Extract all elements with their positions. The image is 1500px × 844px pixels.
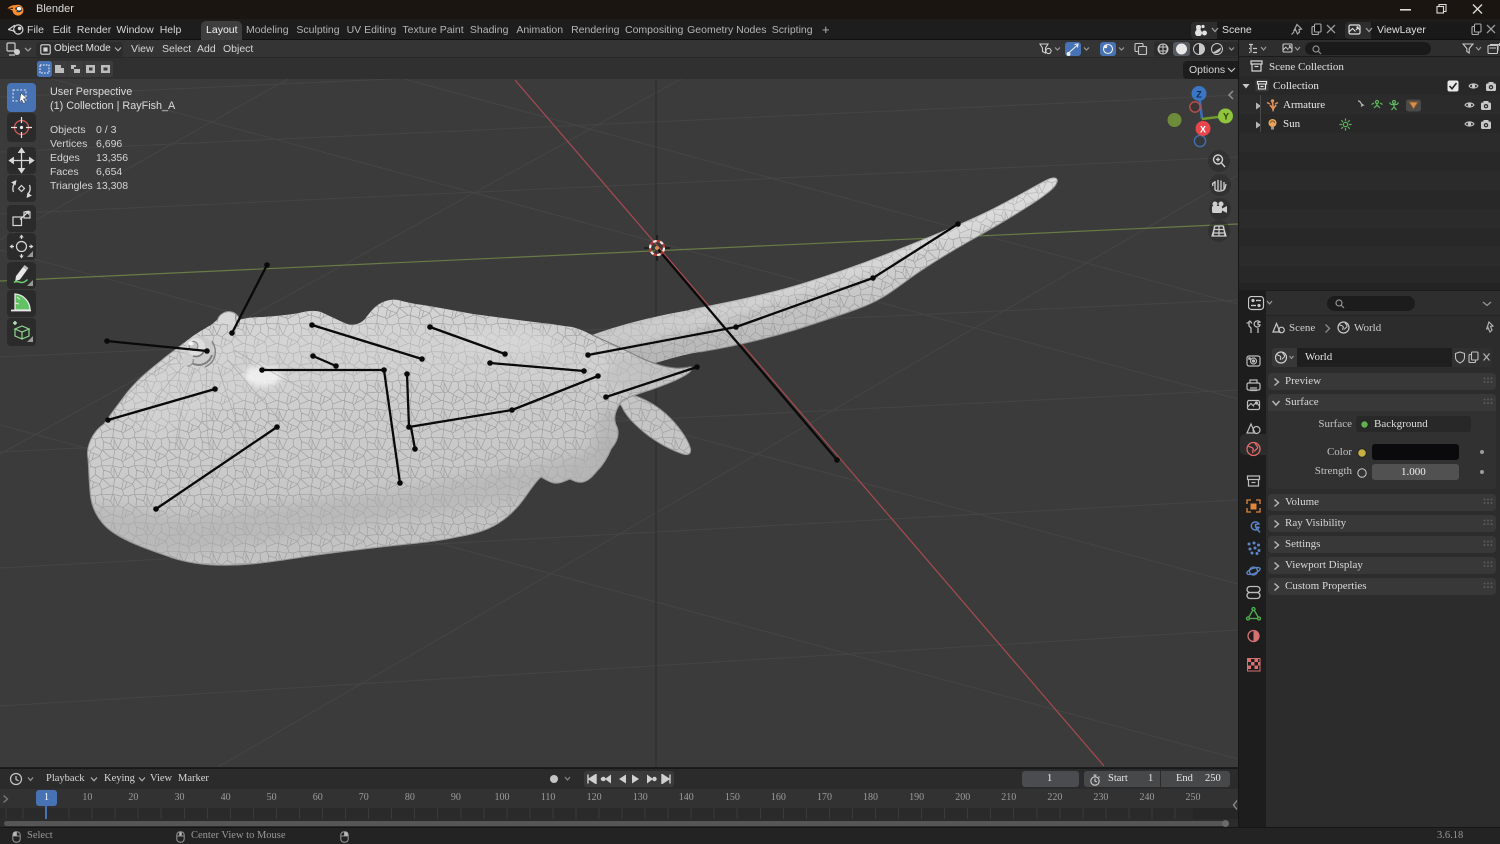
svg-text:Y: Y: [1223, 112, 1229, 122]
svg-text:Z: Z: [1196, 90, 1202, 100]
svg-text:X: X: [1200, 125, 1206, 135]
